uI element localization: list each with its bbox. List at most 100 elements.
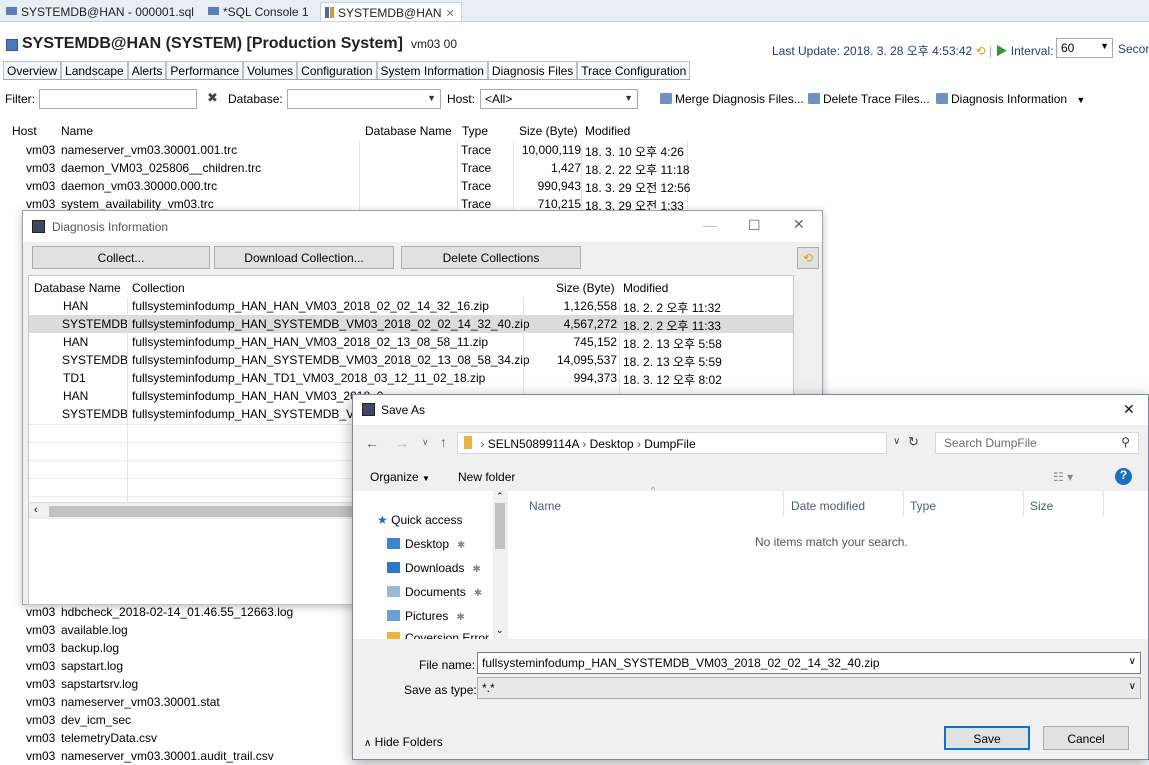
host-cell: vm03 (26, 179, 56, 193)
host-cell: vm03 (26, 641, 56, 655)
tab-trace-configuration[interactable]: Trace Configuration (577, 61, 691, 79)
modified-cell: 18. 2. 2 오후 11:32 (623, 301, 721, 315)
maximize-icon[interactable]: ☐ (748, 217, 761, 234)
filter-input[interactable] (39, 89, 197, 109)
host-cell: vm03 (26, 161, 56, 175)
search-input[interactable]: Search DumpFile ⚲ (935, 432, 1139, 454)
grid-line (29, 460, 359, 461)
column-name[interactable]: Name (529, 499, 561, 513)
table-row[interactable]: TD1 fullsysteminfodump_HAN_TD1_VM03_2018_… (29, 369, 793, 387)
tab-alerts[interactable]: Alerts (127, 61, 167, 79)
tab-sql-console[interactable]: *SQL Console 1 (204, 2, 315, 21)
tab-diagnosis-files[interactable]: Diagnosis Files (487, 61, 578, 79)
download-collection-button[interactable]: Download Collection... (214, 246, 394, 269)
table-row[interactable]: SYSTEMDB fullsysteminfodump_HAN_SYSTEMDB_… (29, 315, 793, 333)
seconds-label: Secon (1118, 42, 1149, 56)
grid-line (29, 496, 359, 497)
tab-system-information[interactable]: System Information (376, 61, 488, 79)
name-cell: system_availability_vm03.trc (61, 197, 214, 211)
tab-systemdb[interactable]: SYSTEMDB@HAN ✕ (320, 2, 462, 21)
size-cell: 994,373 (573, 371, 617, 385)
nav-desktop[interactable]: Desktop ✱ (387, 537, 465, 551)
column-date-modified[interactable]: Date modified (791, 499, 865, 513)
tab-volumes[interactable]: Volumes (243, 61, 298, 79)
column-size[interactable]: Size (1030, 499, 1053, 513)
breadcrumb-item[interactable]: Desktop (590, 437, 634, 451)
nav-conversion-error[interactable]: Coversion Error (387, 631, 489, 639)
save-type-select[interactable]: *.* ∨ (477, 677, 1141, 699)
forward-icon[interactable]: → (395, 435, 409, 451)
nav-downloads[interactable]: Downloads ✱ (387, 561, 481, 575)
name-cell: backup.log (61, 641, 120, 655)
breadcrumb-item[interactable]: SELN50899114A (488, 437, 579, 451)
tab-configuration[interactable]: Configuration (297, 61, 377, 79)
delete-collections-button[interactable]: Delete Collections (401, 246, 581, 269)
modified-cell: 18. 2. 13 오후 5:58 (623, 337, 722, 351)
table-row[interactable]: HAN fullsysteminfodump_HAN_HAN_VM03_2018_… (29, 297, 793, 315)
table-row[interactable]: HAN fullsysteminfodump_HAN_HAN_VM03_2018_… (29, 333, 793, 351)
chevron-down-icon[interactable]: ∨ (1129, 656, 1136, 667)
database-cell: SYSTEMDB (62, 317, 129, 331)
interval-select[interactable]: 60 ▼ (1056, 38, 1113, 58)
play-icon[interactable]: ▶ (995, 44, 1007, 58)
tab-performance[interactable]: Performance (166, 61, 244, 79)
close-icon[interactable]: ✕ (446, 8, 455, 20)
horizontal-scrollbar[interactable]: ‹ (29, 502, 359, 519)
chevron-left-icon[interactable]: ‹ (34, 504, 38, 516)
scroll-thumb[interactable] (495, 503, 505, 549)
info-icon (936, 93, 948, 104)
new-folder-button[interactable]: New folder (458, 470, 515, 484)
window-titlebar: Save As ✕ (353, 395, 1148, 425)
host-cell: vm03 (26, 623, 56, 637)
tab-landscape[interactable]: Landscape (61, 61, 128, 79)
up-icon[interactable]: ↑ (440, 434, 447, 450)
close-icon[interactable]: ✕ (1123, 401, 1135, 418)
database-cell: HAN (63, 299, 89, 313)
minimize-icon[interactable]: — (703, 217, 717, 233)
refresh-icon[interactable]: ⟲ (797, 247, 819, 269)
table-row[interactable]: vm03 daemon_vm03.30000.000.trc Trace 990,94… (0, 177, 690, 195)
vertical-scrollbar[interactable]: ⌃ ⌄ (493, 491, 508, 639)
table-row[interactable]: vm03 daemon_VM03_025806__children.trc Trac… (0, 159, 690, 177)
delete-trace-files-button[interactable]: Delete Trace Files... (808, 92, 930, 106)
page-title: SYSTEMDB@HAN (SYSTEM) [Production System… (22, 35, 457, 52)
nav-pictures[interactable]: Pictures ✱ (387, 609, 465, 623)
refresh-icon[interactable]: ↻ (908, 434, 919, 450)
star-icon: ★ (377, 513, 388, 527)
chevron-down-icon: ▼ (427, 93, 436, 103)
chevron-down-icon[interactable]: ∨ (422, 437, 429, 448)
view-options-icon[interactable]: ☷ ▾ (1053, 470, 1073, 484)
save-button[interactable]: Save (944, 726, 1030, 750)
merge-files-button[interactable]: Merge Diagnosis Files... (660, 92, 804, 106)
refresh-icon[interactable]: ⟲ (976, 44, 986, 58)
nav-quick-access[interactable]: ★ Quick access (377, 513, 462, 527)
chevron-up-icon[interactable]: ⌃ (496, 491, 504, 502)
diagnosis-information-button[interactable]: Diagnosis Information ▼ (936, 92, 1085, 106)
hide-folders-button[interactable]: ∧ Hide Folders (364, 735, 443, 749)
picture-icon (387, 610, 400, 621)
chevron-down-icon[interactable]: ∨ (893, 436, 900, 447)
cancel-button[interactable]: Cancel (1043, 726, 1129, 750)
chevron-down-icon[interactable]: ⌄ (496, 625, 504, 636)
scroll-thumb[interactable] (49, 506, 354, 517)
collect-button[interactable]: Collect... (32, 246, 210, 269)
size-cell: 1,126,558 (563, 299, 617, 313)
close-icon[interactable]: ✕ (793, 216, 805, 233)
tab-sql-file[interactable]: SYSTEMDB@HAN - 000001.sql (2, 2, 200, 21)
help-icon[interactable]: ? (1115, 468, 1132, 485)
database-select[interactable]: ▼ (287, 89, 441, 109)
database-cell: HAN (63, 389, 89, 403)
tab-overview[interactable]: Overview (3, 61, 62, 79)
nav-documents[interactable]: Documents ✱ (387, 585, 482, 599)
column-type[interactable]: Type (910, 499, 936, 513)
breadcrumb-item[interactable]: DumpFile (644, 437, 695, 451)
table-row[interactable]: SYSTEMDB fullsysteminfodump_HAN_SYSTEMDB_… (29, 351, 793, 369)
table-row[interactable]: vm03 nameserver_vm03.30001.001.trc Trace 10… (0, 141, 688, 159)
clear-icon[interactable]: ✖ (207, 90, 218, 106)
size-cell: 990,943 (537, 179, 581, 193)
back-icon[interactable]: ← (365, 435, 379, 451)
file-name-input[interactable]: fullsysteminfodump_HAN_SYSTEMDB_VM03_201… (477, 652, 1141, 674)
host-select[interactable]: <All> ▼ (480, 89, 638, 109)
address-bar[interactable]: › SELN50899114A › Desktop › DumpFile (457, 432, 887, 454)
organize-button[interactable]: Organize ▼ (370, 470, 430, 484)
